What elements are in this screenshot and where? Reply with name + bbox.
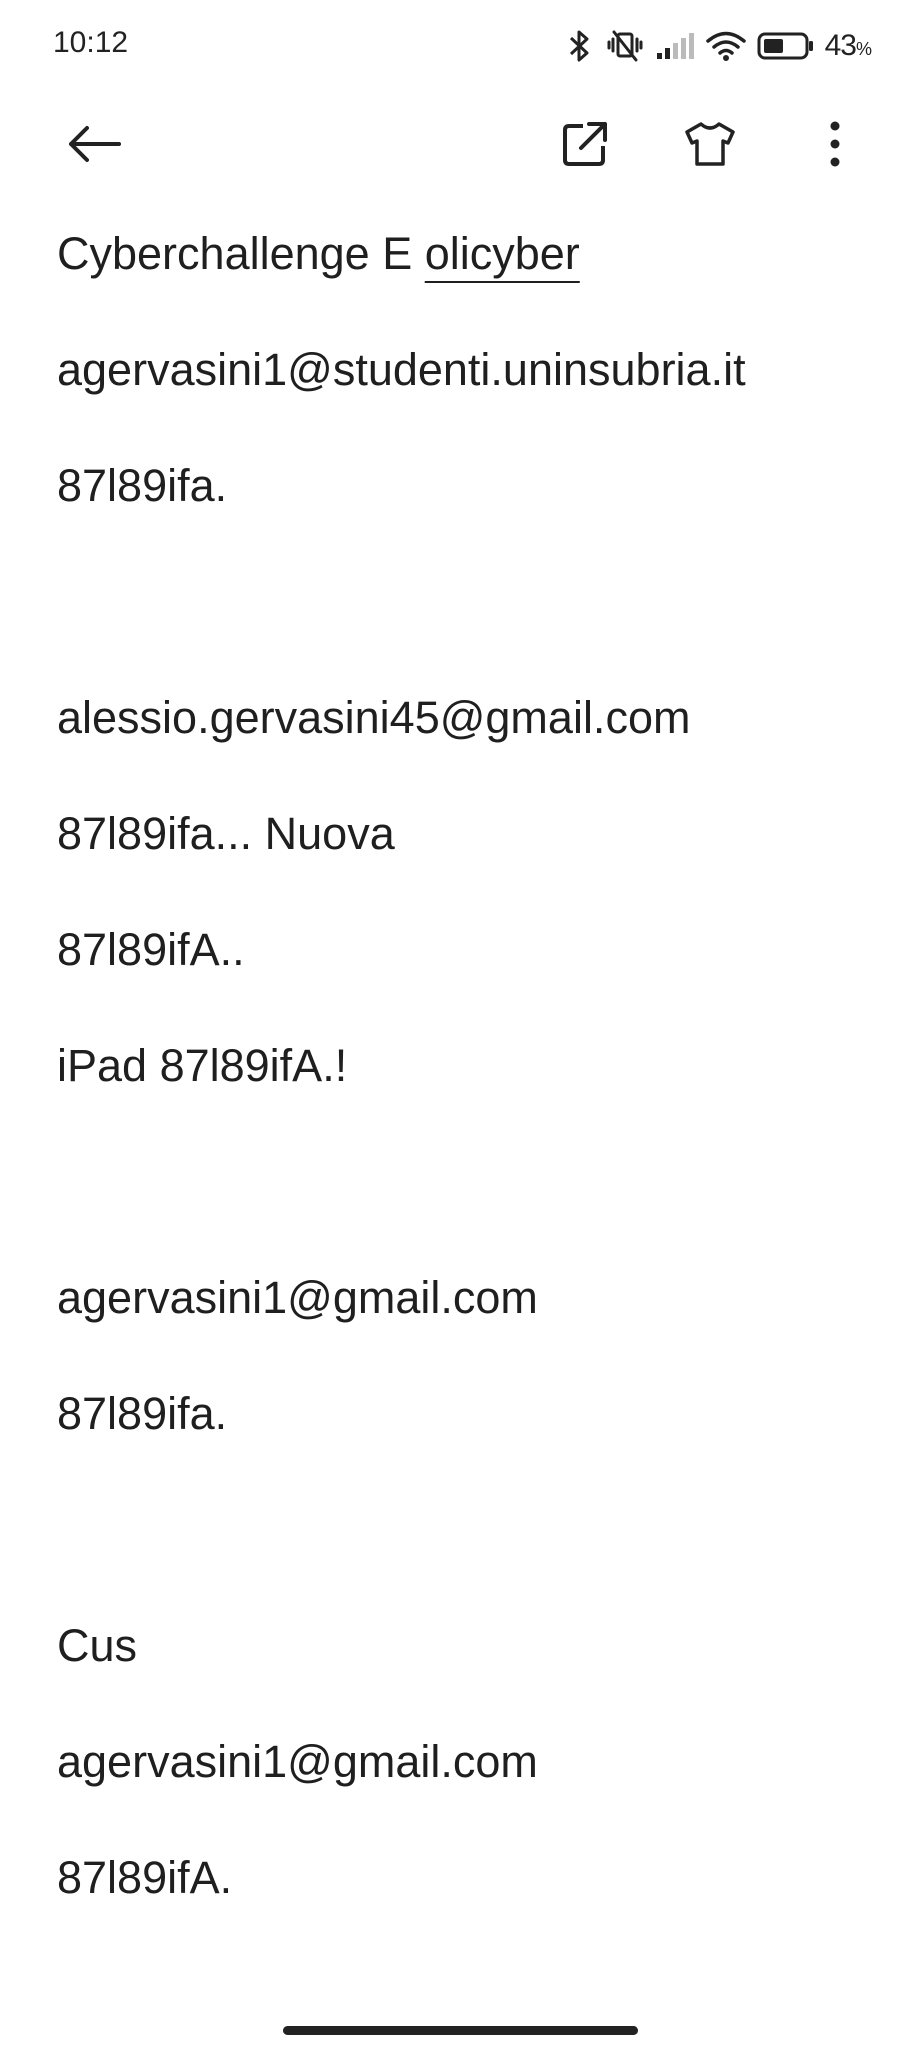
status-bar: 10:12 43% xyxy=(0,0,921,96)
vibrate-icon xyxy=(605,29,645,63)
back-button[interactable] xyxy=(55,106,135,186)
wifi-icon xyxy=(705,30,747,62)
toolbar xyxy=(0,96,921,196)
open-external-icon xyxy=(561,120,609,173)
status-icons: 43% xyxy=(565,24,872,68)
note-line xyxy=(57,544,877,660)
bluetooth-icon xyxy=(565,29,595,63)
battery-percent: 43% xyxy=(824,29,872,62)
note-line xyxy=(57,1124,877,1240)
theme-button[interactable] xyxy=(670,106,750,186)
theme-shirt-icon xyxy=(684,121,736,172)
note-line: 87l89ifa... Nuova xyxy=(57,808,395,859)
open-external-button[interactable] xyxy=(545,106,625,186)
more-vert-icon xyxy=(829,121,841,172)
status-time: 10:12 xyxy=(53,26,129,59)
home-indicator[interactable] xyxy=(283,2026,638,2035)
battery-icon xyxy=(757,31,815,61)
note-line: 87l89ifA.. xyxy=(57,924,245,975)
note-line: iPad 87l89ifA.! xyxy=(57,1040,348,1091)
cellular-signal-icon xyxy=(655,31,695,61)
note-line: alessio.gervasini45@gmail.com xyxy=(57,692,691,743)
note-title-line: Cyberchallenge E olicyber xyxy=(57,196,877,312)
note-line: Cus xyxy=(57,1620,138,1671)
back-arrow-icon xyxy=(67,124,123,169)
note-line: 87l89ifa. xyxy=(57,1388,228,1439)
note-content[interactable]: Cyberchallenge E olicyber agervasini1@st… xyxy=(57,196,877,1936)
note-line: 87l89ifa. xyxy=(57,460,228,511)
note-line xyxy=(57,1472,877,1588)
note-line: 87l89ifA. xyxy=(57,1852,233,1903)
note-line: agervasini1@gmail.com xyxy=(57,1736,538,1787)
note-line: agervasini1@studenti.uninsubria.it xyxy=(57,344,746,395)
note-line: agervasini1@gmail.com xyxy=(57,1272,538,1323)
note-title-link[interactable]: olicyber xyxy=(425,228,580,279)
more-options-button[interactable] xyxy=(795,106,875,186)
note-title-text: Cyberchallenge E xyxy=(57,228,425,279)
